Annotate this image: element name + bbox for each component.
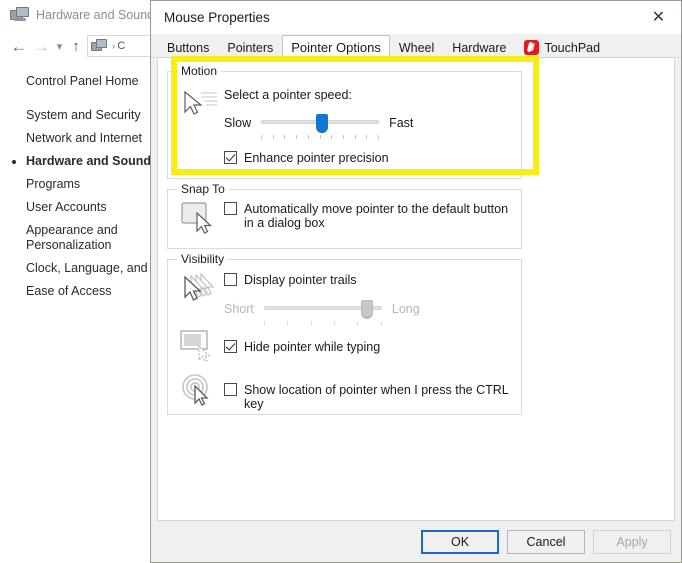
tab-label: Buttons xyxy=(167,41,209,55)
sidebar-item-control-panel-home[interactable]: Control Panel Home xyxy=(0,70,153,93)
pointer-snap-icon xyxy=(181,202,217,239)
enhance-pointer-precision-checkbox[interactable] xyxy=(224,151,237,164)
hardware-sound-icon xyxy=(10,7,28,23)
sidebar-item-programs[interactable]: Programs xyxy=(0,173,153,196)
sidebar-item-system-and-security[interactable]: System and Security xyxy=(0,104,153,127)
control-panel-title: Hardware and Sound xyxy=(36,8,154,22)
tab-label: Hardware xyxy=(452,41,506,55)
tab-label: Pointer Options xyxy=(291,40,381,55)
selected-bullet-icon xyxy=(12,160,16,164)
control-panel-sidebar: Control Panel Home System and Security N… xyxy=(0,70,153,303)
snap-to-default-button-row[interactable]: Automatically move pointer to the defaul… xyxy=(224,202,509,230)
visibility-group: Visibility Display pointer trails xyxy=(167,259,522,415)
close-icon[interactable]: ✕ xyxy=(636,1,681,33)
trails-slider-min-label: Short xyxy=(224,302,254,316)
ok-button[interactable]: OK xyxy=(421,530,499,554)
sidebar-item-appearance-and-personalization[interactable]: Appearance and Personalization xyxy=(0,219,151,257)
pointer-motion-icon xyxy=(181,88,221,127)
visibility-group-title: Visibility xyxy=(177,252,228,266)
slider-max-label: Fast xyxy=(389,116,413,130)
enhance-pointer-precision-row[interactable]: Enhance pointer precision xyxy=(224,151,389,165)
motion-group: Motion Select a pointer speed: xyxy=(167,71,522,179)
show-pointer-location-row[interactable]: Show location of pointer when I press th… xyxy=(224,383,521,411)
display-pointer-trails-row[interactable]: Display pointer trails xyxy=(224,273,357,287)
pointer-trails-slider xyxy=(264,300,382,318)
forward-arrow-icon: → xyxy=(30,38,52,55)
breadcrumb-separator: › xyxy=(112,41,115,52)
tabstrip: Buttons Pointers Pointer Options Wheel H… xyxy=(151,34,681,58)
show-pointer-location-checkbox[interactable] xyxy=(224,383,237,396)
tab-hardware[interactable]: Hardware xyxy=(443,36,515,58)
address-hardware-sound-icon xyxy=(91,39,107,53)
tab-touchpad[interactable]: TouchPad xyxy=(515,36,609,58)
snap-to-default-button-checkbox[interactable] xyxy=(224,202,237,215)
slider-ticks xyxy=(261,135,379,140)
up-arrow-icon[interactable]: ↑ xyxy=(67,38,85,55)
tab-label: TouchPad xyxy=(544,41,600,55)
slider-ticks xyxy=(264,321,382,326)
sidebar-item-network-and-internet[interactable]: Network and Internet xyxy=(0,127,153,150)
pointer-trails-icon xyxy=(179,272,219,311)
pointer-speed-slider[interactable] xyxy=(261,114,379,132)
control-panel-navbar: ← → ▾ ↑ › C xyxy=(0,31,153,61)
sidebar-item-user-accounts[interactable]: User Accounts xyxy=(0,196,153,219)
chevron-down-icon[interactable]: ▾ xyxy=(52,40,67,53)
tab-pointers[interactable]: Pointers xyxy=(218,36,282,58)
snap-to-group: Snap To Automatically move pointer to th… xyxy=(167,189,522,249)
touchpad-icon xyxy=(524,40,539,55)
trails-slider-max-label: Long xyxy=(392,302,420,316)
pointer-speed-slider-row: Slow Fast xyxy=(224,114,413,132)
hide-pointer-while-typing-label: Hide pointer while typing xyxy=(244,340,380,354)
pointer-options-panel: Motion Select a pointer speed: xyxy=(157,57,675,521)
show-pointer-location-label: Show location of pointer when I press th… xyxy=(244,383,521,411)
dialog-titlebar: Mouse Properties ✕ xyxy=(151,1,681,34)
apply-button: Apply xyxy=(593,530,671,554)
control-panel-titlebar: Hardware and Sound xyxy=(0,0,153,30)
mouse-properties-dialog: Mouse Properties ✕ Buttons Pointers Poin… xyxy=(150,0,682,563)
display-pointer-trails-checkbox[interactable] xyxy=(224,273,237,286)
pointer-locate-icon xyxy=(180,373,218,412)
dialog-button-bar: OK Cancel Apply xyxy=(151,521,681,562)
slider-min-label: Slow xyxy=(224,116,251,130)
display-pointer-trails-label: Display pointer trails xyxy=(244,273,357,287)
breadcrumb-text: C xyxy=(117,40,125,52)
pointer-hide-typing-icon xyxy=(180,330,218,369)
hide-pointer-while-typing-checkbox[interactable] xyxy=(224,340,237,353)
motion-group-title: Motion xyxy=(177,64,221,78)
pointer-trails-slider-row: Short Long xyxy=(224,300,420,318)
back-arrow-icon[interactable]: ← xyxy=(8,38,30,55)
sidebar-item-ease-of-access[interactable]: Ease of Access xyxy=(0,280,153,303)
slider-thumb[interactable] xyxy=(316,114,328,133)
tab-wheel[interactable]: Wheel xyxy=(390,36,443,58)
tab-label: Wheel xyxy=(399,41,434,55)
screen: Hardware and Sound ← → ▾ ↑ › C Control P… xyxy=(0,0,682,563)
address-bar[interactable]: › C xyxy=(87,35,153,57)
snap-to-default-button-label: Automatically move pointer to the defaul… xyxy=(244,202,509,230)
tab-pointer-options[interactable]: Pointer Options xyxy=(282,35,390,59)
tab-buttons[interactable]: Buttons xyxy=(158,36,218,58)
slider-thumb xyxy=(361,300,373,319)
enhance-pointer-precision-label: Enhance pointer precision xyxy=(244,151,389,165)
tab-label: Pointers xyxy=(227,41,273,55)
pointer-speed-label: Select a pointer speed: xyxy=(224,88,352,102)
hide-pointer-while-typing-row[interactable]: Hide pointer while typing xyxy=(224,340,380,354)
dialog-title: Mouse Properties xyxy=(164,10,270,25)
cancel-button[interactable]: Cancel xyxy=(507,530,585,554)
control-panel-window: Hardware and Sound ← → ▾ ↑ › C Control P… xyxy=(0,0,154,563)
sidebar-item-label: Hardware and Sound xyxy=(26,154,151,168)
sidebar-item-clock-language-and-region[interactable]: Clock, Language, and R xyxy=(0,257,153,280)
snap-to-group-title: Snap To xyxy=(177,182,229,196)
sidebar-item-hardware-and-sound[interactable]: Hardware and Sound xyxy=(0,150,153,173)
